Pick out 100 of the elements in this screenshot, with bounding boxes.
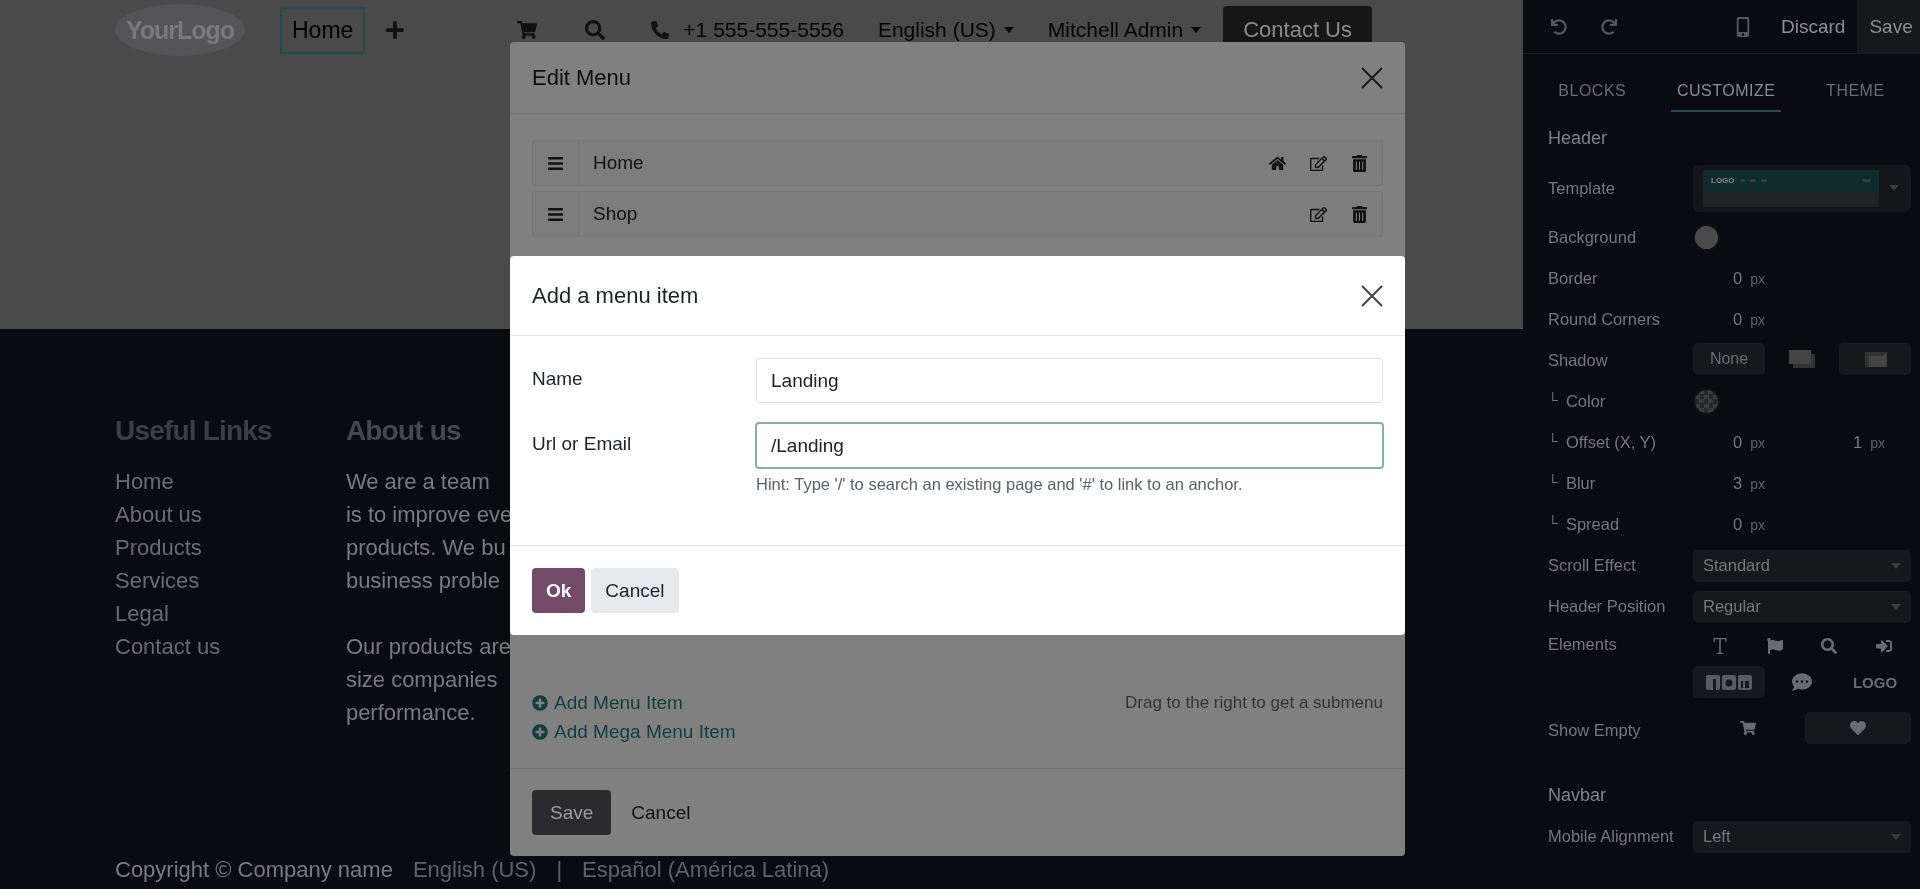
cancel-button[interactable]: Cancel <box>617 790 705 835</box>
select-field[interactable]: Left <box>1693 820 1911 853</box>
option-label: Round Corners <box>1548 310 1660 329</box>
empty-wishlist-toggle[interactable] <box>1805 712 1911 744</box>
redo-icon[interactable] <box>1601 18 1617 35</box>
caret-icon <box>1891 833 1901 840</box>
drag-hint: Drag to the right to get a submenu <box>1125 692 1383 714</box>
footer-link[interactable]: Products <box>115 531 272 564</box>
color-swatch[interactable] <box>1693 224 1720 251</box>
ok-button[interactable]: Ok <box>532 568 586 613</box>
search-icon <box>1821 638 1838 654</box>
number-value[interactable]: 0 px <box>1733 433 1813 452</box>
save-button[interactable]: Save <box>1857 0 1920 54</box>
field-label: Name <box>532 367 584 390</box>
close-icon[interactable] <box>1361 284 1383 307</box>
number-value[interactable]: 0 px <box>1733 269 1813 288</box>
close-icon[interactable] <box>1361 66 1383 89</box>
option-label: Border <box>1548 269 1598 288</box>
phone-number[interactable]: +1 555-555-5556 <box>683 18 844 42</box>
section-title: Navbar <box>1547 784 1608 807</box>
sign-in-icon <box>1875 638 1892 654</box>
section-title: Header <box>1547 127 1609 150</box>
language-menu[interactable]: English (US) <box>877 18 1014 42</box>
select-field[interactable]: Regular <box>1693 590 1911 623</box>
preview-logo: LOGO <box>1711 176 1735 185</box>
footer-link[interactable]: Services <box>115 564 272 597</box>
about-text: We are a team <box>345 468 491 496</box>
indent-mark: └ <box>1548 515 1558 533</box>
text-input-field[interactable]: Landing <box>756 358 1383 403</box>
about-text: business proble <box>345 567 501 595</box>
caret-icon <box>1003 27 1014 33</box>
caret-icon <box>1191 27 1202 33</box>
panel-tab[interactable]: BLOCKS <box>1552 78 1633 112</box>
about-text: is to improve eve <box>345 501 513 529</box>
caret-icon <box>1889 185 1899 191</box>
number-value[interactable]: 3 px <box>1733 474 1813 493</box>
language-link[interactable]: Español (América Latina) <box>582 857 830 883</box>
number-value[interactable]: 0 px <box>1733 310 1813 329</box>
discard-button[interactable]: Discard <box>1769 0 1858 54</box>
color-swatch[interactable] <box>1693 388 1720 415</box>
chat-icon <box>1792 672 1812 692</box>
footer-link[interactable]: About us <box>115 498 272 531</box>
indent-mark: └ <box>1548 474 1558 492</box>
shadow-button[interactable] <box>1839 342 1911 375</box>
unit-label: px <box>1870 435 1885 451</box>
heart-icon <box>1850 720 1866 736</box>
indent-mark: └ <box>1548 392 1558 410</box>
footer-link[interactable]: Contact us <box>115 630 272 663</box>
option-label: Template <box>1548 178 1615 198</box>
option-label: Shadow <box>1548 351 1608 370</box>
save-button[interactable]: Save <box>532 790 612 835</box>
option-label: Spread <box>1565 515 1620 534</box>
menu-item-label: Home <box>592 151 645 175</box>
option-label: Color <box>1565 392 1606 411</box>
indent-mark: └ <box>1548 433 1558 451</box>
add-icon[interactable] <box>385 20 406 40</box>
about-text: Our products are <box>345 633 512 661</box>
unit-label: px <box>1750 435 1765 451</box>
phone-icon <box>651 21 670 39</box>
footer-link[interactable]: Legal <box>115 597 272 630</box>
option-label: Background <box>1548 228 1637 247</box>
footer-link[interactable]: Home <box>115 465 272 498</box>
option-label: Elements <box>1548 635 1617 654</box>
unit-label: px <box>1750 517 1765 533</box>
field-hint: Hint: Type '/' to search an existing page and '#' to link to an anchor. <box>756 475 1244 494</box>
dialog-title: Edit Menu <box>532 64 632 91</box>
template-select[interactable]: LOGO <box>1693 164 1911 212</box>
menu-item-row[interactable]: Shop <box>532 191 1383 237</box>
caret-icon <box>1891 603 1901 610</box>
field-label: Url or Email <box>532 432 633 455</box>
cart-icon[interactable] <box>517 20 538 40</box>
panel-tab[interactable]: THEME <box>1820 78 1891 112</box>
number-value[interactable]: 1 px <box>1853 433 1885 452</box>
logo-toggle[interactable]: LOGO <box>1839 666 1911 698</box>
dialog-title: Add a menu item <box>532 282 699 309</box>
option-label: Offset (X, Y) <box>1565 433 1657 452</box>
unit-label: px <box>1750 271 1765 287</box>
panel-tab[interactable]: CUSTOMIZE <box>1670 78 1782 112</box>
search-icon[interactable] <box>585 20 606 40</box>
undo-icon[interactable] <box>1551 18 1567 35</box>
add-item-link[interactable]: Add Menu Item <box>532 688 736 717</box>
menu-item-row[interactable]: Home <box>532 140 1383 186</box>
nav-link[interactable]: Home <box>280 6 366 54</box>
option-label: Mobile Alignment <box>1548 827 1674 846</box>
user-menu[interactable]: Mitchell Admin <box>1047 18 1202 42</box>
number-value[interactable]: 0 px <box>1733 515 1813 534</box>
add-item-link[interactable]: Add Mega Menu Item <box>532 717 736 746</box>
flag-icon <box>1766 638 1783 654</box>
about-text: performance. <box>345 699 477 727</box>
separator-text: | <box>556 857 563 883</box>
outset-shadow-icon <box>1788 348 1816 369</box>
select-field[interactable]: Standard <box>1693 549 1911 582</box>
shadow-none-button[interactable]: None <box>1693 342 1765 375</box>
cart-icon <box>1740 720 1756 736</box>
footer-heading: About us <box>345 415 462 447</box>
text-input-field[interactable]: /Landing <box>756 423 1383 468</box>
cancel-button[interactable]: Cancel <box>591 568 679 613</box>
social-icons-drawing <box>1706 674 1752 690</box>
element-toggle[interactable] <box>1693 666 1765 698</box>
language-link[interactable]: English (US) <box>412 857 537 883</box>
